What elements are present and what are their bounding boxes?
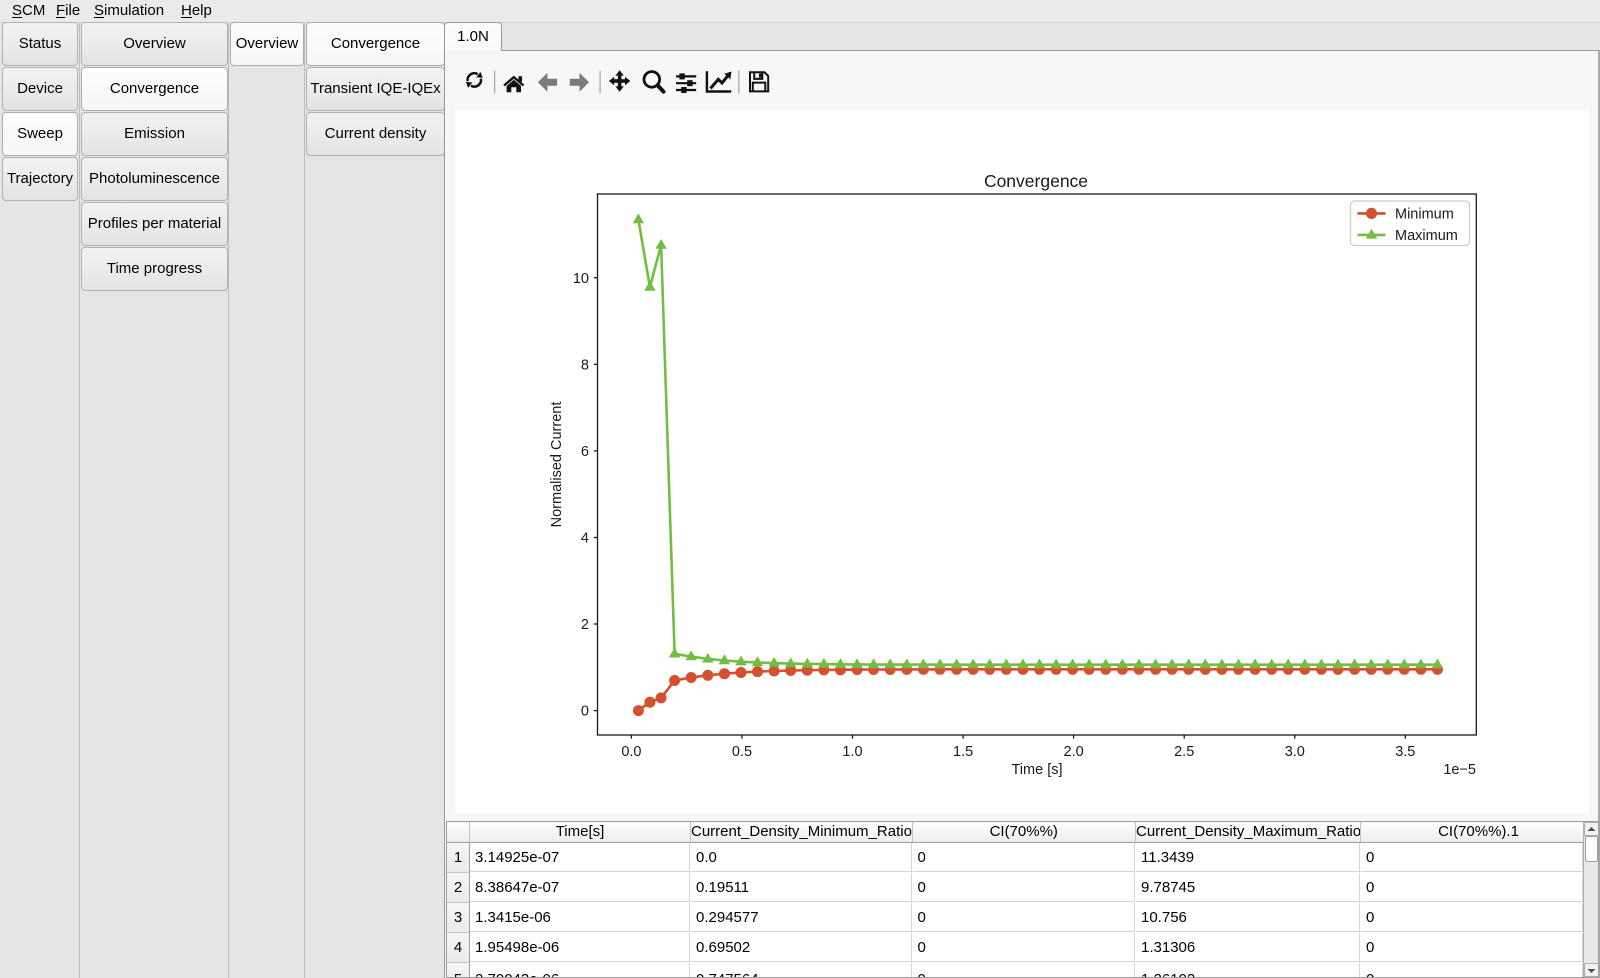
- svg-text:2: 2: [581, 617, 589, 633]
- svg-text:10: 10: [573, 271, 589, 287]
- svg-text:4: 4: [581, 531, 589, 547]
- svg-text:2.0: 2.0: [1064, 744, 1084, 760]
- svg-text:0.0: 0.0: [621, 744, 641, 760]
- svg-text:3.0: 3.0: [1285, 744, 1305, 760]
- svg-text:6: 6: [581, 444, 589, 460]
- svg-text:1e−5: 1e−5: [1443, 762, 1476, 778]
- svg-text:Time [s]: Time [s]: [1011, 762, 1062, 778]
- svg-text:Maximum: Maximum: [1395, 228, 1458, 244]
- svg-text:0: 0: [581, 704, 589, 720]
- svg-text:2.5: 2.5: [1174, 744, 1194, 760]
- svg-text:Normalised Current: Normalised Current: [549, 402, 565, 528]
- svg-text:Minimum: Minimum: [1395, 206, 1454, 222]
- svg-text:3.5: 3.5: [1395, 744, 1415, 760]
- svg-text:0.5: 0.5: [732, 744, 752, 760]
- svg-text:1.5: 1.5: [953, 744, 973, 760]
- svg-text:1.0: 1.0: [842, 744, 862, 760]
- svg-text:8: 8: [581, 357, 589, 373]
- svg-text:Convergence: Convergence: [984, 171, 1088, 191]
